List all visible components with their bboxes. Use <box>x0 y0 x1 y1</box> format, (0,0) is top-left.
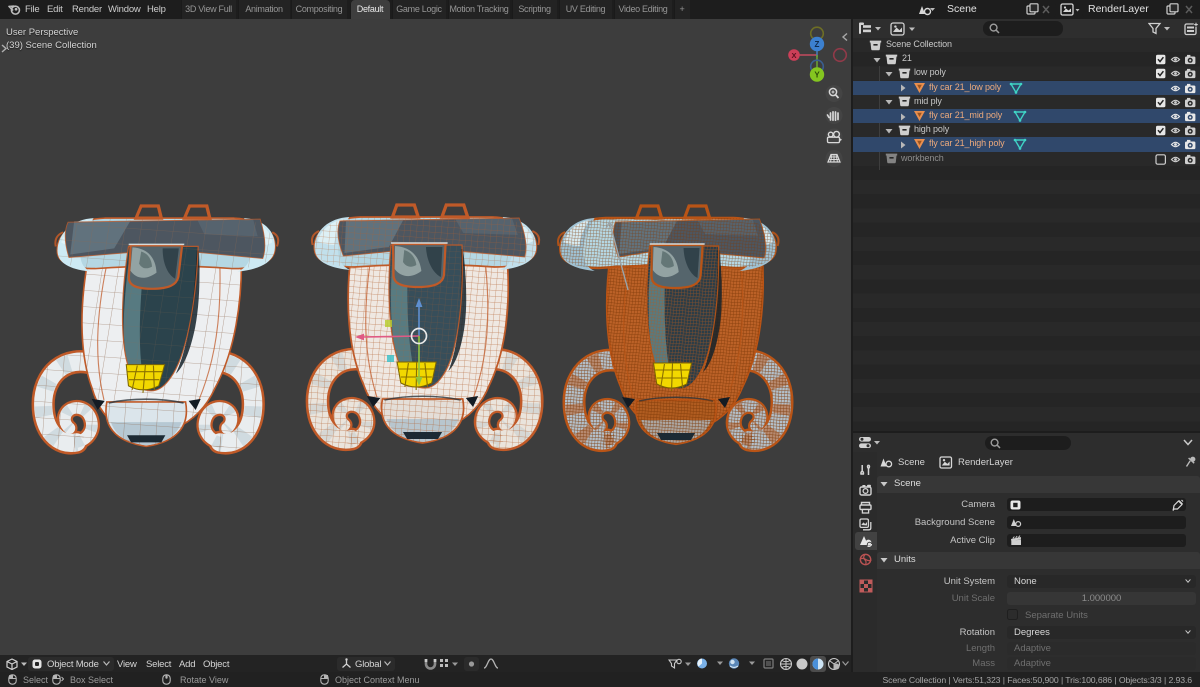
svg-text:Z: Z <box>815 40 820 49</box>
svg-text:Y: Y <box>814 71 820 80</box>
svg-text:X: X <box>791 51 796 60</box>
